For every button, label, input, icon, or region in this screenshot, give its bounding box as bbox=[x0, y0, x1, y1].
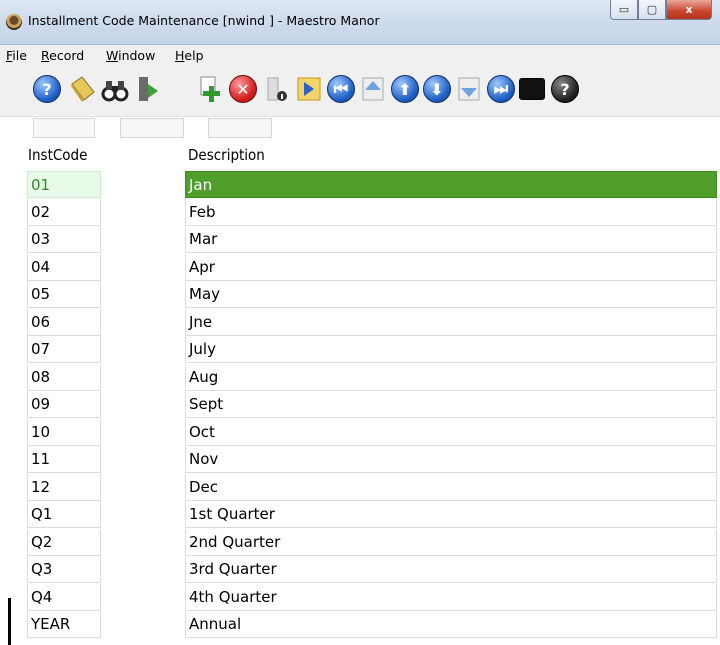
delete-record-icon: ✕ bbox=[229, 75, 257, 103]
description-cell[interactable]: Annual bbox=[185, 611, 717, 638]
instcode-cell[interactable]: 10 bbox=[27, 419, 101, 446]
window-controls: ▭ ▢ x bbox=[610, 0, 712, 22]
last-record-icon: ⏭ bbox=[487, 75, 515, 103]
context-help-button[interactable]: ? bbox=[550, 74, 580, 104]
info-icon bbox=[267, 77, 287, 101]
description-cell[interactable]: 1st Quarter bbox=[185, 501, 717, 528]
instcode-cell[interactable]: 08 bbox=[27, 364, 101, 391]
description-cell[interactable]: Aug bbox=[185, 364, 717, 391]
instcode-cell[interactable]: 09 bbox=[27, 391, 101, 418]
column-header-description[interactable]: Description bbox=[188, 146, 265, 164]
description-cell[interactable]: Sept bbox=[185, 391, 717, 418]
window-title: Installment Code Maintenance [nwind ] - … bbox=[28, 13, 380, 28]
description-cell[interactable]: Oct bbox=[185, 419, 717, 446]
description-cell[interactable]: Apr bbox=[185, 254, 717, 281]
note-icon bbox=[71, 76, 95, 102]
instcode-cell[interactable]: 05 bbox=[27, 281, 101, 308]
help-icon: ? bbox=[33, 75, 61, 103]
refresh-icon bbox=[297, 77, 321, 101]
page-up-button[interactable] bbox=[358, 74, 388, 104]
description-cell[interactable]: Dec bbox=[185, 474, 717, 501]
add-record-icon bbox=[200, 76, 220, 102]
page-up-icon bbox=[362, 77, 384, 101]
description-cell[interactable]: Nov bbox=[185, 446, 717, 473]
menu-help[interactable]: Help bbox=[175, 48, 204, 63]
previous-record-button[interactable]: ⬆ bbox=[390, 74, 420, 104]
add-record-button[interactable] bbox=[196, 74, 226, 104]
minimize-button[interactable]: ▭ bbox=[610, 0, 638, 20]
last-record-button[interactable]: ⏭ bbox=[486, 74, 516, 104]
description-cell[interactable]: May bbox=[185, 281, 717, 308]
description-cell[interactable]: July bbox=[185, 336, 717, 363]
find-button[interactable] bbox=[100, 74, 130, 104]
menu-file[interactable]: File bbox=[6, 48, 27, 63]
terminal-icon bbox=[519, 78, 545, 100]
previous-record-icon: ⬆ bbox=[391, 75, 419, 103]
menu-window[interactable]: Window bbox=[106, 48, 155, 63]
exit-button[interactable] bbox=[132, 74, 162, 104]
instcode-cell[interactable]: 06 bbox=[27, 309, 101, 336]
filter-box-1[interactable] bbox=[33, 118, 95, 138]
description-cell[interactable]: 2nd Quarter bbox=[185, 529, 717, 556]
left-edge-bar bbox=[8, 598, 11, 645]
page-down-button[interactable] bbox=[454, 74, 484, 104]
instcode-cell[interactable]: 01 bbox=[27, 171, 101, 198]
menu-record[interactable]: Record bbox=[41, 48, 84, 63]
description-cell[interactable]: Mar bbox=[185, 226, 717, 253]
menu-bar: File Record Window Help bbox=[0, 45, 720, 66]
page-down-icon bbox=[458, 77, 480, 101]
app-icon[interactable] bbox=[6, 14, 22, 30]
next-record-icon: ⬇ bbox=[423, 75, 451, 103]
first-record-button[interactable]: ⏮ bbox=[326, 74, 356, 104]
instcode-cell[interactable]: 11 bbox=[27, 446, 101, 473]
instcode-cell[interactable]: 04 bbox=[27, 254, 101, 281]
description-cell[interactable]: Jne bbox=[185, 309, 717, 336]
description-cell[interactable]: 3rd Quarter bbox=[185, 556, 717, 583]
instcode-cell[interactable]: 07 bbox=[27, 336, 101, 363]
toolbar-separator bbox=[166, 74, 170, 104]
filter-box-2[interactable] bbox=[120, 118, 184, 138]
first-record-icon: ⏮ bbox=[327, 75, 355, 103]
note-button[interactable] bbox=[68, 74, 98, 104]
description-cell[interactable]: Feb bbox=[185, 199, 717, 226]
instcode-cell[interactable]: 12 bbox=[27, 474, 101, 501]
instcode-cell[interactable]: Q1 bbox=[27, 501, 101, 528]
instcode-cell[interactable]: YEAR bbox=[27, 611, 101, 638]
binoculars-icon bbox=[101, 81, 129, 102]
instcode-cell[interactable]: 03 bbox=[27, 226, 101, 253]
delete-record-button[interactable]: ✕ bbox=[228, 74, 258, 104]
instcode-cell[interactable]: Q4 bbox=[27, 584, 101, 611]
filter-box-3[interactable] bbox=[208, 118, 272, 138]
column-header-instcode[interactable]: InstCode bbox=[28, 146, 87, 164]
instcode-cell[interactable]: 02 bbox=[27, 199, 101, 226]
next-record-button[interactable]: ⬇ bbox=[422, 74, 452, 104]
description-cell[interactable]: Jan bbox=[185, 171, 717, 198]
help-button[interactable]: ? bbox=[32, 74, 62, 104]
terminal-button[interactable] bbox=[518, 74, 548, 104]
close-button[interactable]: x bbox=[666, 0, 712, 20]
description-cell[interactable]: 4th Quarter bbox=[185, 584, 717, 611]
maximize-button[interactable]: ▢ bbox=[638, 0, 666, 20]
context-help-icon: ? bbox=[551, 75, 579, 103]
title-bar: Installment Code Maintenance [nwind ] - … bbox=[0, 0, 720, 45]
instcode-cell[interactable]: Q2 bbox=[27, 529, 101, 556]
door-exit-icon bbox=[139, 77, 158, 101]
instcode-cell[interactable]: Q3 bbox=[27, 556, 101, 583]
info-button[interactable] bbox=[262, 74, 292, 104]
refresh-button[interactable] bbox=[294, 74, 324, 104]
